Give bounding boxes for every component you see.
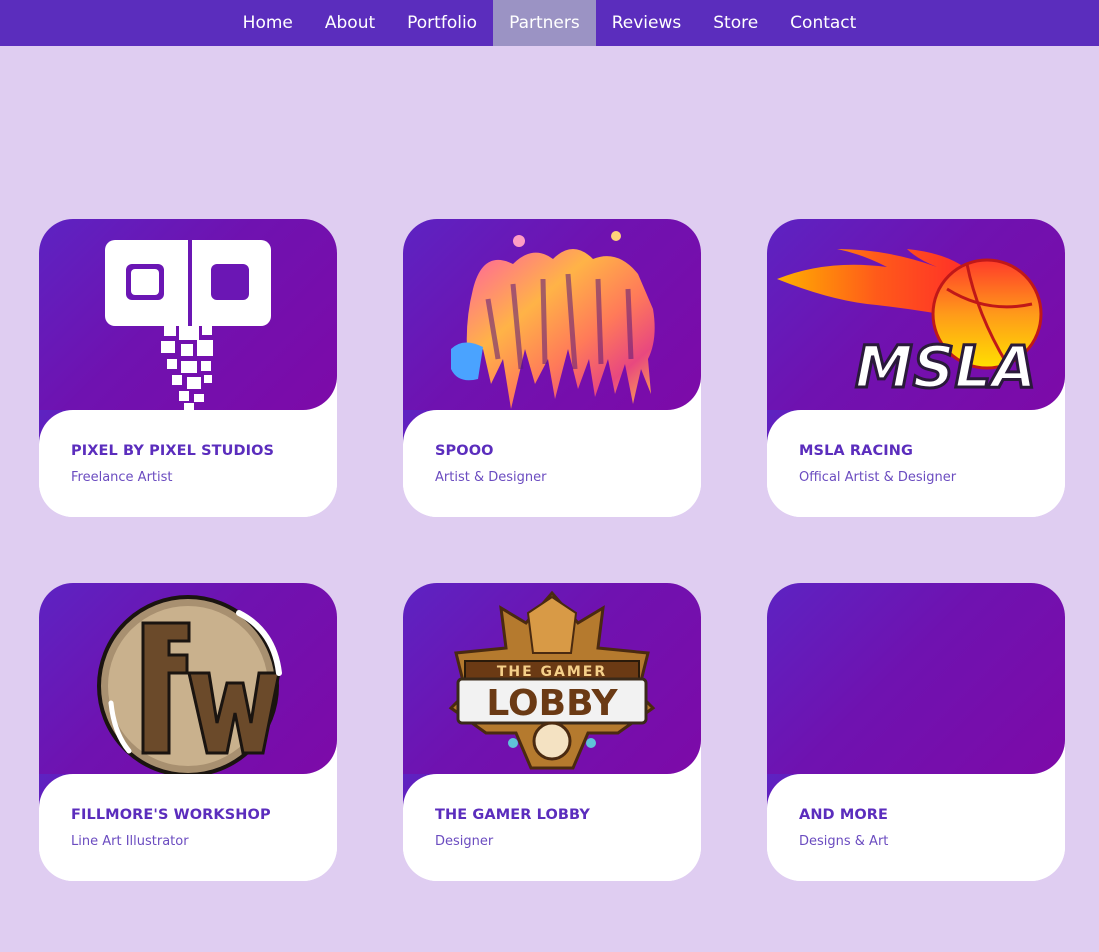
- partner-title: THE GAMER LOBBY: [435, 807, 591, 823]
- partner-role: Freelance Artist: [71, 470, 173, 485]
- partner-title: SPOOO: [435, 443, 494, 459]
- partner-role: Designer: [435, 834, 494, 849]
- nav-home[interactable]: Home: [227, 0, 309, 46]
- msla-racing-logo-icon: MSLA: [777, 249, 1043, 403]
- fillmores-workshop-logo-icon: [97, 595, 282, 774]
- partner-title: MSLA RACING: [799, 443, 913, 459]
- partner-card-body: [403, 774, 701, 881]
- partner-logo-area: THE GAMER LOBBY: [403, 583, 701, 774]
- partner-title: AND MORE: [799, 807, 889, 823]
- nav-portfolio[interactable]: Portfolio: [391, 0, 493, 46]
- nav-contact[interactable]: Contact: [774, 0, 872, 46]
- gamer-lobby-logo-word: LOBBY: [486, 683, 618, 724]
- partner-role: Line Art Illustrator: [71, 834, 189, 849]
- spooo-drip-logo-icon: [451, 231, 655, 409]
- partner-card-body: [39, 774, 337, 881]
- partner-logo-area: MSLA: [767, 219, 1065, 410]
- partner-card-msla-racing[interactable]: MSLA MSLA RACING Offical Artist & Design…: [767, 219, 1065, 517]
- partner-role: Offical Artist & Designer: [799, 470, 957, 485]
- nav-store[interactable]: Store: [697, 0, 774, 46]
- partner-card-fillmores-workshop[interactable]: FILLMORE'S WORKSHOP Line Art Illustrator: [39, 583, 337, 881]
- pixel-by-pixel-logo-icon: [105, 240, 271, 410]
- svg-text:MSLA: MSLA: [855, 333, 1036, 401]
- partner-title: FILLMORE'S WORKSHOP: [71, 807, 271, 823]
- nav-reviews[interactable]: Reviews: [596, 0, 698, 46]
- partner-card-body: [767, 410, 1065, 517]
- partner-logo-area: [403, 219, 701, 410]
- partner-card-body: [39, 410, 337, 517]
- partner-card-and-more[interactable]: AND MORE Designs & Art: [767, 583, 1065, 881]
- partner-card-body: [403, 410, 701, 517]
- top-navigation: Home About Portfolio Partners Reviews St…: [0, 0, 1099, 46]
- partner-title: PIXEL BY PIXEL STUDIOS: [71, 443, 275, 459]
- partner-role: Artist & Designer: [435, 470, 547, 485]
- nav-partners[interactable]: Partners: [493, 0, 596, 46]
- partner-logo-area: [39, 583, 337, 774]
- partner-logo-area: [767, 583, 1065, 774]
- partner-card-pixel-by-pixel[interactable]: PIXEL BY PIXEL STUDIOS Freelance Artist: [39, 219, 337, 517]
- partner-card-body: [767, 774, 1065, 881]
- partner-role: Designs & Art: [799, 834, 889, 849]
- partner-logo-area: [39, 219, 337, 410]
- partner-card-gamer-lobby[interactable]: THE GAMER LOBBY THE GAMER LOBBY Designer: [403, 583, 701, 881]
- gamer-lobby-logo-icon: THE GAMER LOBBY: [448, 590, 656, 770]
- partner-card-spooo[interactable]: SPOOO Artist & Designer: [403, 219, 701, 517]
- nav-about[interactable]: About: [309, 0, 391, 46]
